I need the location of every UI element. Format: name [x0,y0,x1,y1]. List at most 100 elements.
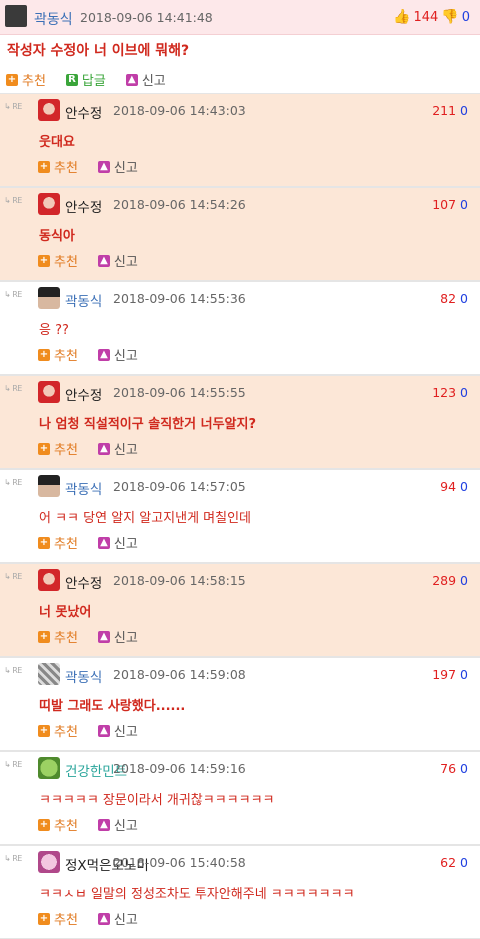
comment-recommend-button[interactable]: + 추천 [38,909,78,928]
comment-up-count: 197 [432,667,457,682]
commenter-nickname[interactable]: 안수정 [65,196,102,216]
plus-icon: + [38,254,50,267]
recommend-button[interactable]: + 추천 [6,70,46,89]
comment-date: 2018-09-06 15:40:58 [113,855,246,870]
thumbs-up-icon[interactable]: 👍 [393,9,410,25]
comment-report-button[interactable]: ▲ 신고 [97,533,138,552]
comment-date: 2018-09-06 14:54:26 [113,197,246,212]
plus-icon: + [6,73,18,86]
commenter-nickname[interactable]: 곽동식 [65,478,102,498]
commenter-avatar[interactable] [38,757,60,779]
comment-item: ↳ RE 곽동식 2018-09-06 14:59:08 197 0 띠발 그래도 사랑… [0,657,480,751]
comment-votes: 62 0 [440,855,468,870]
comment-item: ↳ RE 곽동식 2018-09-06 14:55:36 82 0 응 ?? + 추천 ▲ 신고 [0,281,480,375]
report-icon: ▲ [97,818,110,831]
comment-text: 띠발 그래도 사랑했다...... [39,699,186,714]
commenter-avatar[interactable] [38,851,60,873]
reply-icon: R [65,73,78,86]
comment-date: 2018-09-06 14:58:15 [113,573,246,588]
comment-votes: 107 0 [432,197,468,212]
comment-recommend-button[interactable]: + 추천 [38,251,78,270]
comment-report-button[interactable]: ▲ 신고 [97,721,138,740]
comment-date: 2018-09-06 14:55:36 [113,291,246,306]
commenter-nickname[interactable]: 곽동식 [65,666,102,686]
comment-text: 웃대요 [39,135,75,150]
report-icon: ▲ [97,630,110,643]
commenter-nickname[interactable]: 안수정 [65,572,102,592]
comment-report-button[interactable]: ▲ 신고 [97,439,138,458]
comment-text: 응 ?? [39,323,69,338]
plus-icon: + [38,348,50,361]
comment-text: 너 못났어 [39,605,92,620]
comment-report-button[interactable]: ▲ 신고 [97,251,138,270]
author-avatar[interactable] [5,5,27,27]
comment-text: ㅋㅋㅋㅋㅋ 장문이라서 개귀찮ㅋㅋㅋㅋㅋㅋ [39,793,275,808]
plus-icon: + [38,724,50,737]
reply-arrow-icon: ↳ RE [4,666,22,675]
comment-text: ㅋㅋㅅㅂ 일말의 정성조차도 투자안해주네 ㅋㅋㅋㅋㅋㅋㅋ [39,887,355,902]
comment-up-count: 107 [432,197,457,212]
comment-recommend-button[interactable]: + 추천 [38,345,78,364]
comment-actions: + 추천 ▲ 신고 [38,251,158,270]
comment-report-button[interactable]: ▲ 신고 [97,345,138,364]
comment-actions: + 추천 ▲ 신고 [38,157,158,176]
plus-icon: + [38,160,50,173]
thumbs-down-icon[interactable]: 👎 [441,9,458,25]
comment-text: 나 엄청 직설적이구 솔직한거 너두알지? [39,417,257,432]
comment-recommend-button[interactable]: + 추천 [38,627,78,646]
plus-icon: + [38,442,50,455]
comment-item: ↳ RE 안수정 2018-09-06 14:55:55 123 0 나 엄청 직설적이… [0,375,480,469]
reply-arrow-icon: ↳ RE [4,572,22,581]
comment-date: 2018-09-06 14:59:08 [113,667,246,682]
commenter-avatar[interactable] [38,663,60,685]
reply-arrow-icon: ↳ RE [4,196,22,205]
comment-recommend-button[interactable]: + 추천 [38,533,78,552]
comment-votes: 76 0 [440,761,468,776]
report-icon: ▲ [125,73,138,86]
comment-report-button[interactable]: ▲ 신고 [97,157,138,176]
post-author-nickname[interactable]: 곽동식 [34,9,73,29]
report-icon: ▲ [97,912,110,925]
comment-list: ↳ RE 안수정 2018-09-06 14:43:03 211 0 웃대요 + 추천 ▲ 신고… [0,93,480,939]
comment-report-button[interactable]: ▲ 신고 [97,627,138,646]
comment-recommend-button[interactable]: + 추천 [38,439,78,458]
comment-report-button[interactable]: ▲ 신고 [97,815,138,834]
commenter-avatar[interactable] [38,99,60,121]
comment-votes: 197 0 [432,667,468,682]
report-icon: ▲ [97,254,110,267]
comment-down-count: 0 [460,667,468,682]
comment-date: 2018-09-06 14:57:05 [113,479,246,494]
comment-text: 어 ㅋㅋ 당연 알지 알고지낸게 며칠인데 [39,511,252,526]
comment-down-count: 0 [460,385,468,400]
post-date: 2018-09-06 14:41:48 [80,10,213,25]
commenter-avatar[interactable] [38,193,60,215]
comment-up-count: 289 [432,573,457,588]
reply-arrow-icon: ↳ RE [4,102,22,111]
commenter-avatar[interactable] [38,569,60,591]
post-actions: + 추천 R 답글 ▲ 신고 [6,70,186,89]
comment-down-count: 0 [460,103,468,118]
comment-actions: + 추천 ▲ 신고 [38,815,158,834]
commenter-avatar[interactable] [38,381,60,403]
commenter-nickname[interactable]: 안수정 [65,102,102,122]
post-header: 곽동식 2018-09-06 14:41:48 👍 144 👎 0 [0,0,480,35]
comment-date: 2018-09-06 14:43:03 [113,103,246,118]
comment-recommend-button[interactable]: + 추천 [38,721,78,740]
reply-button[interactable]: R 답글 [65,70,106,89]
commenter-nickname[interactable]: 안수정 [65,384,102,404]
commenter-avatar[interactable] [38,287,60,309]
report-button[interactable]: ▲ 신고 [125,70,166,89]
comment-recommend-button[interactable]: + 추천 [38,157,78,176]
comment-recommend-button[interactable]: + 추천 [38,815,78,834]
comment-report-button[interactable]: ▲ 신고 [97,909,138,928]
commenter-nickname[interactable]: 곽동식 [65,290,102,310]
comment-text: 동식아 [39,229,75,244]
comment-item: ↳ RE 안수정 2018-09-06 14:43:03 211 0 웃대요 + 추천 ▲ 신고 [0,93,480,187]
post-votes: 👍 144 👎 0 [393,9,470,25]
comment-item: ↳ RE 안수정 2018-09-06 14:58:15 289 0 너 못났어 + 추천 ▲… [0,563,480,657]
plus-icon: + [38,912,50,925]
commenter-avatar[interactable] [38,475,60,497]
comment-down-count: 0 [460,855,468,870]
comment-up-count: 211 [432,103,457,118]
comment-up-count: 123 [432,385,457,400]
